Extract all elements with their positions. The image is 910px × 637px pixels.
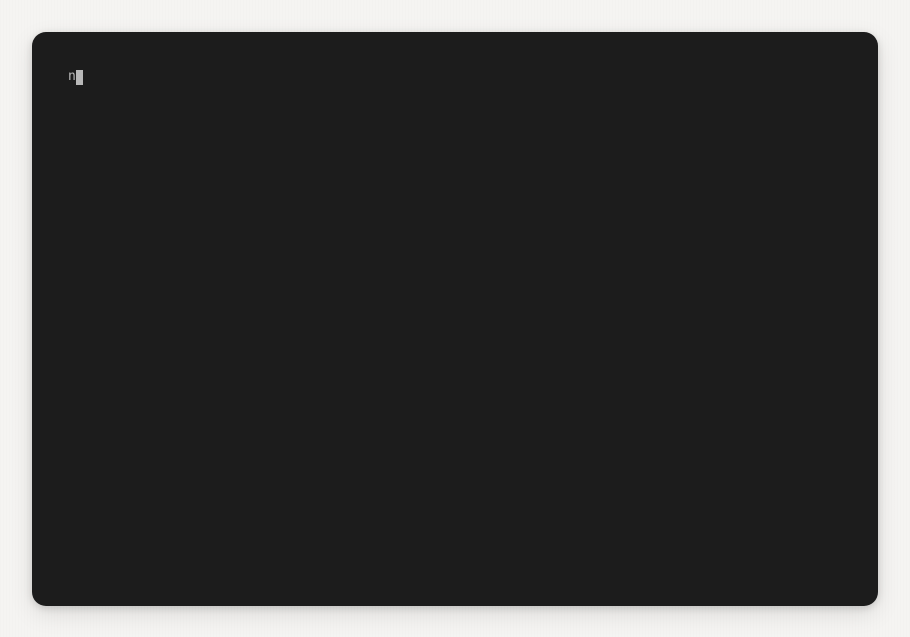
terminal-typed-text: n xyxy=(68,68,76,86)
terminal-cursor xyxy=(76,70,83,85)
terminal-input-line[interactable]: n xyxy=(68,68,842,86)
terminal-window[interactable]: n xyxy=(32,32,878,606)
